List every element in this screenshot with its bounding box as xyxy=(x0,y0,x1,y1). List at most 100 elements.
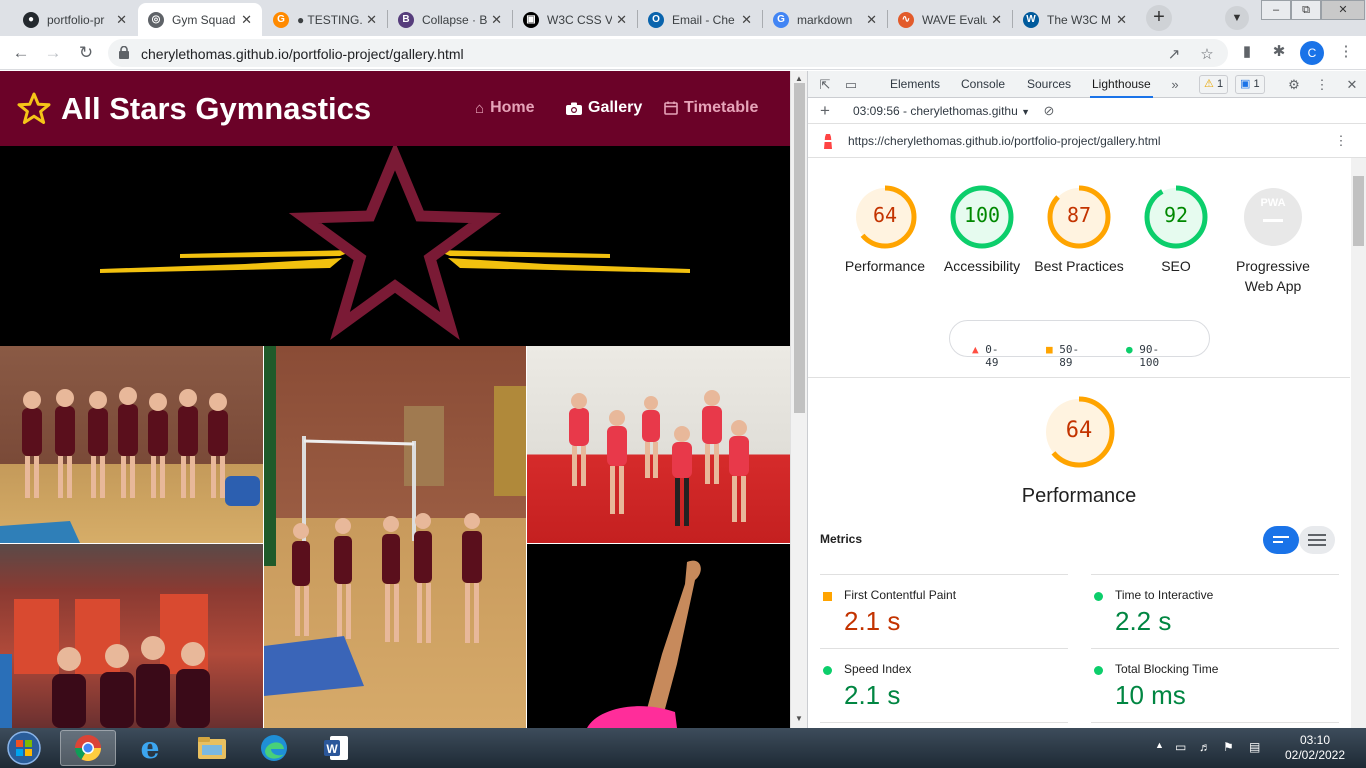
minimize-window-button[interactable]: – xyxy=(1261,0,1291,20)
browser-tab[interactable]: W The W3C M ✕ xyxy=(1013,3,1137,36)
nav-home-link[interactable]: ⌂ Home xyxy=(475,99,535,117)
new-tab-button[interactable]: + xyxy=(1146,5,1172,31)
taskbar-internet-explorer[interactable]: e xyxy=(122,730,178,766)
tab-close-icon[interactable]: ✕ xyxy=(366,12,377,28)
nav-label: Gallery xyxy=(588,99,643,116)
more-tabs-chevron-icon[interactable]: » xyxy=(1166,76,1184,94)
w3c-icon: ▣ xyxy=(523,11,539,28)
metrics-compact-view-toggle[interactable] xyxy=(1263,526,1299,554)
score-gauge[interactable]: 100 Accessibility xyxy=(937,184,1027,276)
lock-icon[interactable] xyxy=(118,46,130,59)
tray-flag-icon[interactable]: ⚑ xyxy=(1223,740,1234,754)
nav-timetable-link[interactable]: Timetable xyxy=(664,99,758,117)
tray-expand-icon[interactable]: ▲ xyxy=(1155,740,1164,750)
tab-close-icon[interactable]: ✕ xyxy=(1116,12,1127,28)
taskbar-edge[interactable] xyxy=(246,730,302,766)
tab-title: W3C CSS Va xyxy=(547,12,613,27)
nav-gallery-link[interactable]: Gallery xyxy=(566,99,642,117)
score-legend: ▲ 0-49 ■ 50-89 ● 90-100 xyxy=(949,320,1210,369)
gymnasts-figures xyxy=(0,387,260,543)
metrics-expanded-view-toggle[interactable] xyxy=(1299,526,1335,554)
restore-window-button[interactable]: ⧉ xyxy=(1291,0,1321,20)
back-button[interactable]: ← xyxy=(8,40,34,66)
devtools-tab-lighthouse[interactable]: Lighthouse xyxy=(1090,71,1153,98)
gallery-photo-leg-pose[interactable] xyxy=(527,544,790,728)
devtools-tab-sources[interactable]: Sources xyxy=(1025,71,1073,98)
gallery-photo-team-bars[interactable] xyxy=(264,346,526,728)
edge-icon xyxy=(261,735,287,761)
site-brand[interactable]: All Stars Gymnastics xyxy=(17,91,371,127)
clear-reports-icon[interactable]: ⊘ xyxy=(1040,102,1058,120)
tray-network-icon[interactable]: ▤ xyxy=(1249,740,1260,754)
score-gauge[interactable]: 87 Best Practices xyxy=(1034,184,1124,276)
new-report-plus-icon[interactable]: + xyxy=(816,102,834,120)
scroll-down-arrow[interactable]: ▼ xyxy=(795,714,803,723)
taskbar-clock[interactable]: 03:10 02/02/2022 xyxy=(1280,733,1350,763)
share-icon[interactable]: ↗ xyxy=(1162,43,1186,67)
profile-avatar[interactable]: C xyxy=(1300,41,1324,65)
devtools-scrollbar-thumb[interactable] xyxy=(1353,176,1364,246)
report-menu-icon[interactable]: ⋮ xyxy=(1332,132,1350,150)
browser-tab[interactable]: Gmarkdown ✕ xyxy=(763,3,887,36)
gallery-photo-medal-winners[interactable] xyxy=(0,544,263,728)
scroll-up-arrow[interactable]: ▲ xyxy=(795,74,803,83)
bookmark-star-icon[interactable]: ☆ xyxy=(1195,43,1219,67)
list-icon xyxy=(1308,534,1326,546)
tray-volume-icon[interactable]: ♬ xyxy=(1199,740,1211,754)
page-scrollbar-thumb[interactable] xyxy=(794,83,805,413)
tray-network-adapter-icon[interactable]: ▭ xyxy=(1175,740,1186,754)
score-gauge[interactable]: PWA Progressive Web App xyxy=(1228,184,1318,296)
browser-tab[interactable]: O Email - Che ✕ xyxy=(638,3,762,36)
tab-close-icon[interactable]: ✕ xyxy=(491,12,502,28)
gymnasts-bars-figures xyxy=(264,346,526,696)
devtools-menu-icon[interactable]: ⋮ xyxy=(1313,76,1331,94)
page-scrollbar[interactable]: ▲ ▼ xyxy=(790,71,807,728)
messages-badge[interactable]: ▣ 1 xyxy=(1235,75,1265,94)
devtools-scrollbar[interactable] xyxy=(1351,158,1366,728)
tab-close-icon[interactable]: ✕ xyxy=(116,12,127,28)
gallery-photo-team-medals[interactable] xyxy=(0,346,263,543)
windows-start-button[interactable] xyxy=(4,729,44,767)
address-bar[interactable]: cherylethomas.github.io/portfolio-projec… xyxy=(108,39,1228,67)
taskbar-chrome[interactable] xyxy=(60,730,116,766)
tab-close-icon[interactable]: ✕ xyxy=(741,12,752,28)
close-devtools-icon[interactable]: ✕ xyxy=(1343,76,1361,94)
devtools-tab-console[interactable]: Console xyxy=(959,71,1007,98)
tab-close-icon[interactable]: ✕ xyxy=(616,12,627,28)
warnings-badge[interactable]: ⚠ 1 xyxy=(1199,75,1229,94)
browser-tab[interactable]: G ● TESTING. ✕ xyxy=(263,3,387,36)
browser-tab[interactable]: ∿ WAVE Evalu ✕ xyxy=(888,3,1012,36)
cast-icon[interactable]: ▮ xyxy=(1235,40,1259,64)
divider xyxy=(808,377,1350,378)
close-window-button[interactable]: ✕ xyxy=(1321,0,1365,20)
inspect-element-icon[interactable]: ⇱ xyxy=(816,76,834,94)
taskbar-file-explorer[interactable] xyxy=(184,730,240,766)
tab-search-button[interactable]: ▼ xyxy=(1225,6,1249,30)
report-selector[interactable]: 03:09:56 - cherylethomas.githu ▼ xyxy=(853,104,1030,118)
performance-big-score: 64 xyxy=(1065,418,1093,443)
score-gauge[interactable]: 64 Performance xyxy=(840,184,930,276)
browser-tab[interactable]: ● portfolio-pr ✕ xyxy=(13,3,137,36)
settings-gear-icon[interactable]: ⚙ xyxy=(1285,76,1303,94)
device-toolbar-icon[interactable]: ▭ xyxy=(842,76,860,94)
tab-close-icon[interactable]: ✕ xyxy=(991,12,1002,28)
taskbar-word[interactable]: W xyxy=(308,730,364,766)
browser-tab[interactable]: B Collapse · B ✕ xyxy=(388,3,512,36)
extensions-icon[interactable]: ✱ xyxy=(1267,40,1291,64)
tab-close-icon[interactable]: ✕ xyxy=(866,12,877,28)
forward-button[interactable]: → xyxy=(40,40,66,66)
address-url: cherylethomas.github.io/portfolio-projec… xyxy=(141,46,464,62)
gallery-photo-red-leotards[interactable] xyxy=(527,346,790,543)
chrome-menu-icon[interactable]: ⋮ xyxy=(1334,40,1358,64)
report-url[interactable]: https://cherylethomas.github.io/portfoli… xyxy=(848,134,1161,148)
lighthouse-icon xyxy=(824,134,832,149)
lines-icon xyxy=(1273,536,1289,543)
browser-tab[interactable]: ◎ Gym Squad ✕ xyxy=(138,3,262,36)
reload-button[interactable]: ↻ xyxy=(73,40,99,66)
devtools-tab-elements[interactable]: Elements xyxy=(888,71,942,98)
score-value: PWA xyxy=(1260,197,1286,209)
score-gauge[interactable]: 92 SEO xyxy=(1131,184,1221,276)
tab-close-icon[interactable]: ✕ xyxy=(241,12,252,28)
performance-big-gauge[interactable]: 64 xyxy=(1034,395,1124,469)
browser-tab[interactable]: ▣ W3C CSS Va ✕ xyxy=(513,3,637,36)
